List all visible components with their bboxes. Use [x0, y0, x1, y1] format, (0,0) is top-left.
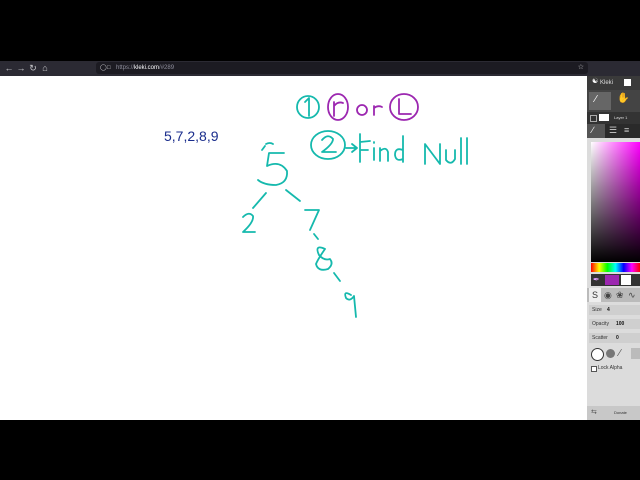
hand-tool-icon[interactable]: ✋ — [617, 93, 629, 104]
reload-icon[interactable]: ↻ — [27, 61, 39, 76]
brush-shape-row: ∕ — [591, 348, 640, 362]
primary-color-swatch[interactable] — [605, 275, 619, 285]
lock-icon: □ — [107, 65, 111, 71]
circled-number-two — [310, 130, 346, 160]
settings-sliders-icon[interactable]: ≡ — [624, 125, 629, 135]
layer-visibility-checkbox[interactable] — [590, 115, 597, 122]
circled-letter-r — [327, 93, 349, 121]
color-swatch-row: ✒ — [591, 274, 640, 286]
donate-link[interactable]: Donate — [614, 406, 627, 420]
pencil-icon: ∕ — [592, 125, 594, 135]
tab-brush[interactable]: ∕ — [587, 124, 605, 138]
pixel-brush-icon[interactable]: ∿ — [628, 288, 636, 302]
edge-8-9 — [333, 272, 341, 282]
eyedropper-icon[interactable]: ✒ — [593, 275, 600, 284]
address-bar[interactable]: ◯ □ https://kleki.com/#289 ☆ — [96, 62, 588, 74]
scatter-slider[interactable]: Scatter 0 — [589, 333, 640, 343]
tool-panel: ☯ Kleki ∕ ✋ Layer 1 ∕ ☰ ≡ ✒ S ◉ ❀ ∿ Size… — [587, 76, 640, 420]
home-icon[interactable]: ⌂ — [39, 61, 51, 76]
forward-arrow-icon[interactable]: → — [15, 61, 27, 76]
circled-letter-L — [389, 93, 419, 121]
size-slider[interactable]: Size 4 — [589, 305, 640, 315]
swap-icon[interactable]: ⇆ — [591, 406, 597, 420]
binary-tree — [242, 142, 357, 318]
edge-5-2 — [252, 192, 267, 209]
word-null — [424, 137, 468, 165]
kleki-logo-icon: ☯ — [592, 78, 599, 85]
node-5 — [257, 152, 288, 186]
pen-brush-icon[interactable]: S — [589, 288, 601, 302]
shield-icon: ◯ — [100, 65, 107, 71]
lock-alpha-label: Lock Alpha — [598, 365, 623, 371]
lock-alpha-checkbox[interactable] — [591, 366, 597, 372]
word-find — [359, 133, 404, 163]
pencil-shape-icon[interactable]: ∕ — [619, 348, 621, 359]
panel-header: ☯ Kleki — [587, 76, 640, 90]
new-image-icon[interactable] — [624, 79, 631, 86]
lock-alpha-row[interactable]: Lock Alpha — [591, 364, 640, 373]
handwriting-strokes — [242, 93, 468, 318]
node-8 — [315, 246, 333, 271]
back-arrow-icon[interactable]: ← — [3, 61, 15, 76]
tab-row: ∕ ☰ ≡ — [587, 124, 640, 138]
bookmark-star-icon[interactable]: ☆ — [578, 62, 584, 74]
secondary-color-swatch[interactable] — [621, 275, 631, 285]
node-7 — [304, 209, 320, 231]
root-pointer-mark — [261, 142, 274, 151]
circled-number-one — [296, 95, 320, 119]
layer-name: Layer 1 — [614, 115, 628, 120]
panel-footer: ⇆ Donate — [587, 406, 640, 420]
node-9 — [344, 292, 357, 318]
round-brush-icon[interactable] — [591, 348, 604, 361]
node-2 — [242, 212, 256, 233]
word-or — [356, 104, 383, 116]
edge-5-7 — [285, 189, 301, 202]
brush-type-row: S ◉ ❀ ∿ — [587, 288, 640, 302]
eraser-icon[interactable] — [631, 348, 640, 359]
soft-brush-icon[interactable] — [606, 349, 615, 358]
sketchy-brush-icon[interactable]: ❀ — [616, 288, 624, 302]
url-text: https://kleki.com/#289 — [116, 65, 175, 71]
hue-slider[interactable] — [591, 263, 640, 272]
drawing-canvas[interactable]: 5,7,2,8,9 — [0, 76, 587, 420]
brush-tool-button[interactable]: ∕ — [589, 92, 611, 110]
edge-7-8 — [313, 233, 319, 240]
opacity-slider[interactable]: Opacity 100 — [589, 319, 640, 329]
app-name: Kleki — [600, 80, 614, 86]
brush-icon: ∕ — [595, 94, 597, 105]
layer-thumbnail — [599, 114, 609, 121]
color-saturation-picker[interactable] — [591, 142, 640, 262]
tool-row: ∕ ✋ — [587, 90, 640, 112]
layers-icon[interactable]: ☰ — [609, 125, 617, 136]
layer-row[interactable]: Layer 1 — [587, 112, 640, 124]
blend-brush-icon[interactable]: ◉ — [604, 288, 612, 302]
arrow-mark — [345, 143, 358, 153]
